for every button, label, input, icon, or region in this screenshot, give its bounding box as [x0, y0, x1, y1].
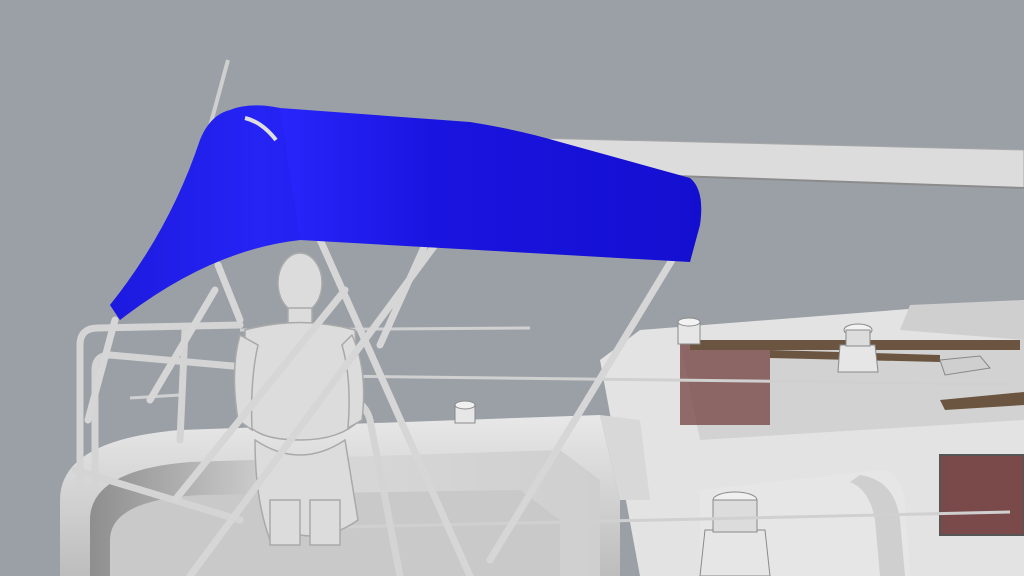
winch-cabin-left: [677, 317, 701, 345]
cabin-window: [939, 454, 1024, 536]
figure-head: [277, 252, 323, 314]
winch-cabin-right: [837, 323, 879, 373]
render-canvas: [60, 59, 1024, 576]
winch-cockpit: [454, 400, 476, 424]
